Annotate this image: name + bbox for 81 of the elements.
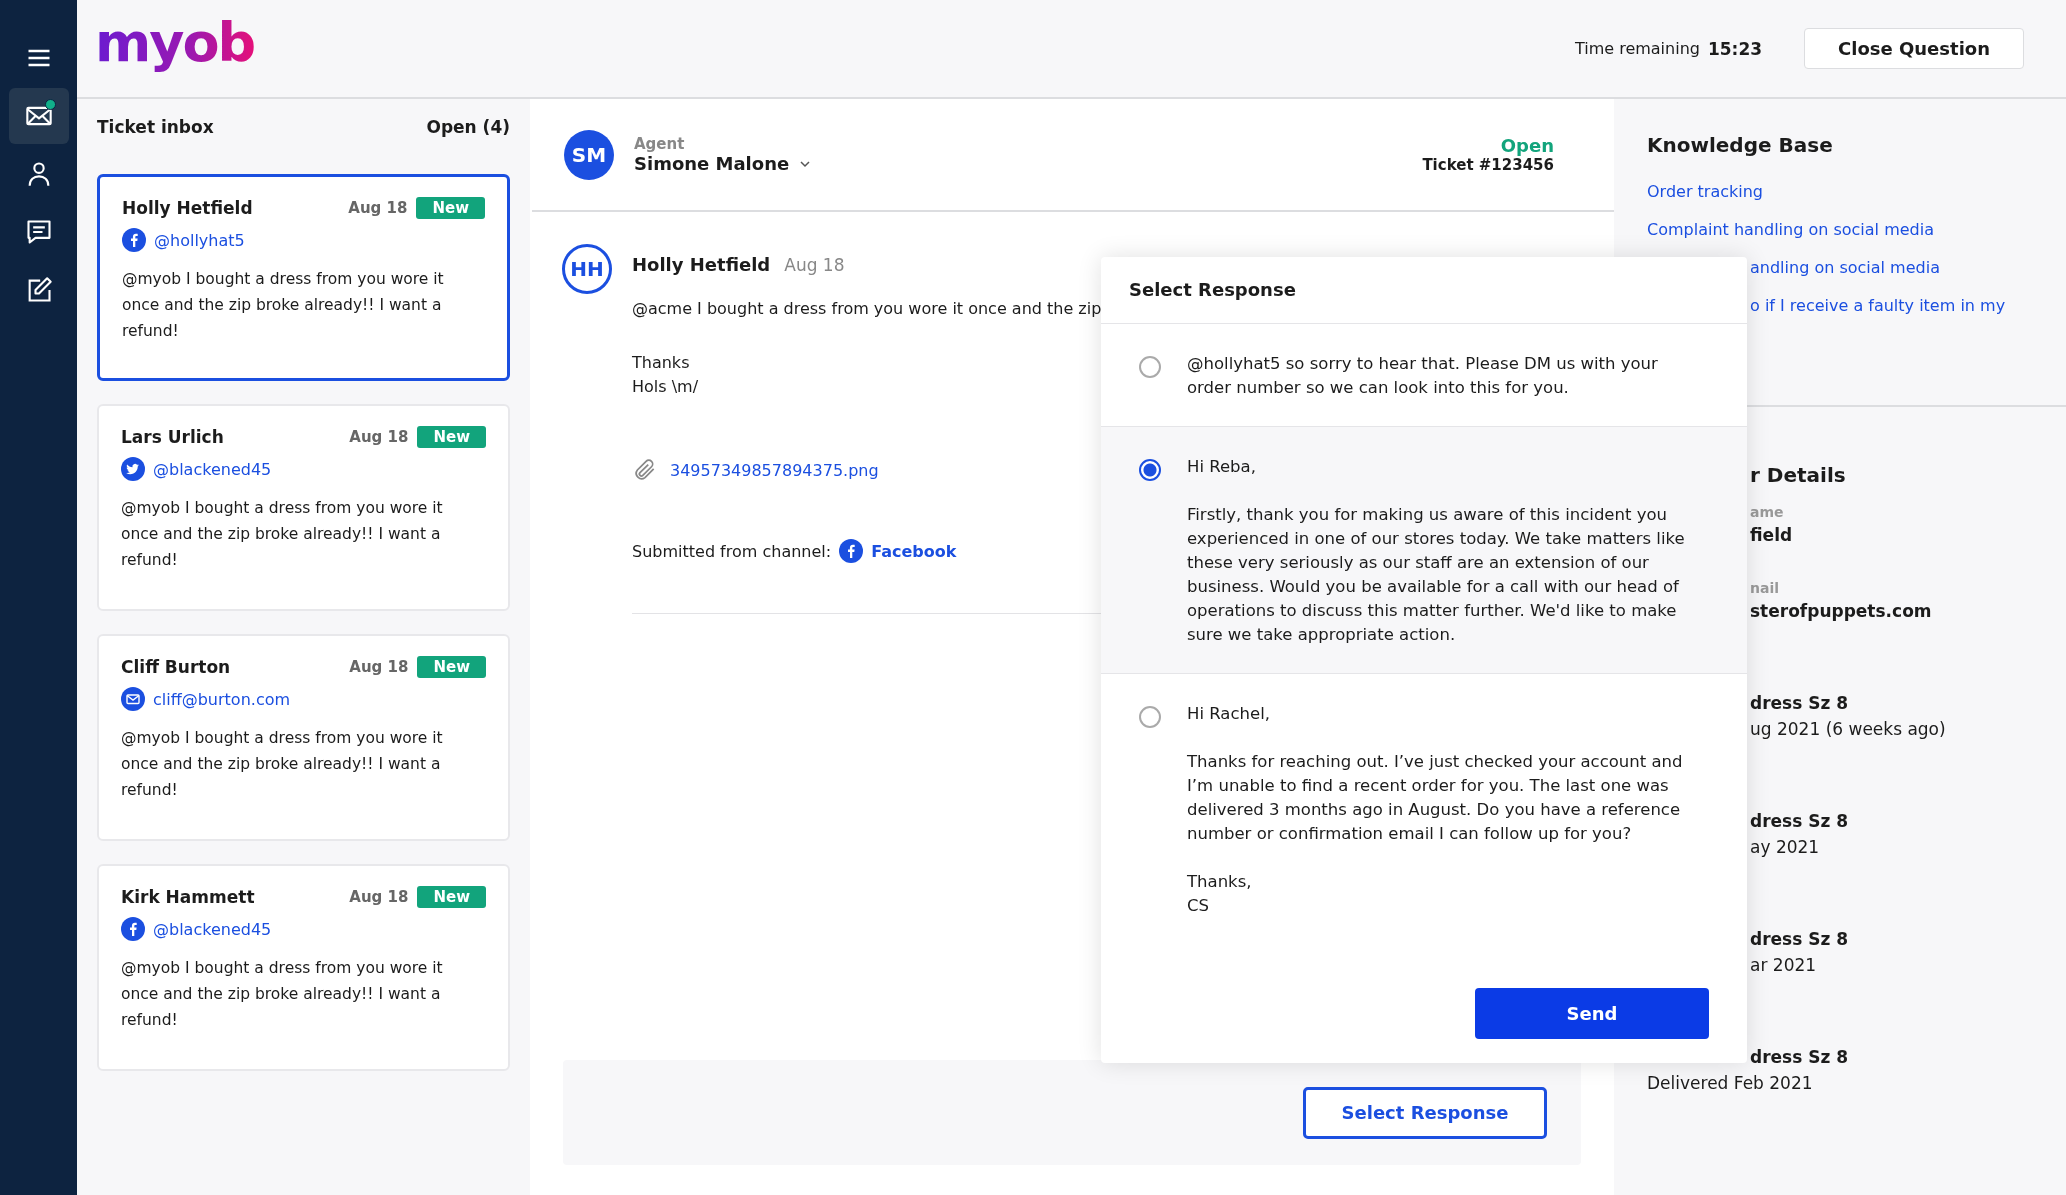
ticket-card[interactable]: Holly Hetfield Aug 18 New @hollyhat5 @myob I bought a dress from you wore it once and the zip broke already!! I want a refund! <box>97 174 510 381</box>
send-button[interactable]: Send <box>1475 987 1709 1039</box>
ticket-date: Aug 18 <box>349 428 409 446</box>
radio-button[interactable] <box>1139 706 1161 728</box>
customer-name: Lars Urlich <box>121 427 224 447</box>
customer-name: Holly Hetfield <box>122 198 253 218</box>
close-question-button[interactable]: Close Question <box>1804 28 2024 69</box>
radio-button[interactable] <box>1139 459 1161 481</box>
mail-nav-button[interactable] <box>8 88 69 144</box>
agent-avatar: SM <box>564 129 614 180</box>
status-badge: New <box>417 426 486 448</box>
ticket-number: Ticket #123456 <box>1422 156 1554 174</box>
response-text: Hi Reba, <box>1187 456 1257 478</box>
open-count: Open (4) <box>426 117 510 137</box>
message-date: Aug 18 <box>784 255 845 275</box>
status-badge: New <box>417 886 486 908</box>
order-date: ay 2021 <box>1750 836 1820 859</box>
handle-link[interactable]: @hollyhat5 <box>154 230 245 250</box>
agent-label: Agent <box>634 135 686 153</box>
order-date: Delivered Feb 2021 <box>1647 1072 1813 1095</box>
customer-name: Kirk Hammett <box>121 887 255 907</box>
response-option[interactable] <box>1101 427 1747 674</box>
ticket-preview: @myob I bought a dress from you wore it once and the zip broke already!! I want a refund! <box>121 728 444 801</box>
article-link[interactable]: andling on social media <box>1750 256 1940 279</box>
article-link[interactable]: Order tracking <box>1647 180 1763 203</box>
select-response-button[interactable]: Select Response <box>1303 1086 1547 1139</box>
dialog-title: Select Response <box>1101 257 1747 324</box>
message-text: Thanks Hols \m/ <box>632 352 699 398</box>
facebook-icon <box>121 917 145 941</box>
order-item: dress Sz 8 <box>1750 810 1849 833</box>
order-date: ug 2021 (6 weeks ago) <box>1750 718 1946 741</box>
article-link[interactable]: o if I receive a faulty item in my <box>1750 294 2006 317</box>
agent-dropdown[interactable]: Simone Malone <box>634 153 812 174</box>
status-badge: New <box>416 197 485 219</box>
response-text: @hollyhat5 so sorry to hear that. Please DM us with your order number so we can look into this for you. <box>1187 353 1659 399</box>
facebook-icon <box>839 539 864 563</box>
field-label: ame <box>1750 503 1784 522</box>
ticket-card[interactable]: Cliff Burton Aug 18 New cliff@burton.com @myob I bought a dress from you wore it once and the zip broke already!! I want a refund! <box>97 634 510 841</box>
order-item: dress Sz 8 <box>1750 692 1849 715</box>
handle-link[interactable]: cliff@burton.com <box>153 689 291 709</box>
response-text: Thanks for reaching out. I’ve just checked your account and I’m unable to find a recent order for you. The last one was delivered 3 months ago in August. Do you have a reference number or confirmation email I can follow up for you? <box>1187 751 1684 845</box>
mail-icon <box>121 687 145 711</box>
handle-link[interactable]: @blackened45 <box>153 459 272 479</box>
order-item: dress Sz 8 <box>1750 1046 1849 1069</box>
author-name: Holly Hetfield <box>632 254 771 275</box>
inbox-title: Ticket inbox <box>97 117 214 137</box>
field-label: nail <box>1750 579 1779 598</box>
channel-link[interactable]: Facebook <box>871 541 957 561</box>
section-title: r Details <box>1750 462 1846 488</box>
caret-icon <box>799 159 812 168</box>
handle-link[interactable]: @blackened45 <box>153 919 272 939</box>
message-text: @acme I bought a dress from you wore it once and the zip <box>632 298 1102 320</box>
ticket-date: Aug 18 <box>348 199 408 217</box>
status-badge: New <box>417 656 486 678</box>
facebook-icon <box>122 228 146 252</box>
attachment-link[interactable]: 34957349857894375.png <box>670 460 879 480</box>
ticket-card[interactable]: Lars Urlich Aug 18 New @blackened45 @myob I bought a dress from you wore it once and the zip broke already!! I want a refund! <box>97 404 510 611</box>
ticket-date: Aug 18 <box>349 888 409 906</box>
article-link[interactable]: Complaint handling on social media <box>1647 218 1934 241</box>
author-avatar: HH <box>562 244 612 294</box>
ticket-preview: @myob I bought a dress from you wore it once and the zip broke already!! I want a refund! <box>122 269 445 342</box>
radio-button[interactable] <box>1139 356 1161 378</box>
response-text: Hi Rachel, <box>1187 703 1271 725</box>
ticket-preview: @myob I bought a dress from you wore it once and the zip broke already!! I want a refund! <box>121 958 444 1031</box>
bird-icon <box>121 457 145 481</box>
ticket-card[interactable]: Kirk Hammett Aug 18 New @blackened45 @myob I bought a dress from you wore it once and the zip broke already!! I want a refund! <box>97 864 510 1071</box>
order-item: dress Sz 8 <box>1750 928 1849 951</box>
timer-label: Time remaining <box>1574 39 1700 58</box>
customer-name: Cliff Burton <box>121 657 231 677</box>
response-text: Thanks, CS <box>1187 871 1253 917</box>
ticket-status: Open <box>1500 135 1554 156</box>
order-date: ar 2021 <box>1750 954 1817 977</box>
section-title: Knowledge Base <box>1647 133 1833 157</box>
ticket-preview: @myob I bought a dress from you wore it once and the zip broke already!! I want a refund! <box>121 498 444 571</box>
timer-value: 15:23 <box>1707 38 1763 59</box>
field-value: sterofpuppets.com <box>1750 600 1932 623</box>
ticket-date: Aug 18 <box>349 658 409 676</box>
response-text: Firstly, thank you for making us aware of this incident you experienced in one of our stores today. We take matters like these very seriously as our staff are an extension of our business. Would you be available for a call with our head of operations to discuss this matter further. We'd like to make sure we take appropriate action. <box>1187 504 1686 646</box>
chat-icon <box>24 218 53 246</box>
field-value: field <box>1750 524 1793 547</box>
channel-label: Submitted from channel: <box>632 541 832 561</box>
